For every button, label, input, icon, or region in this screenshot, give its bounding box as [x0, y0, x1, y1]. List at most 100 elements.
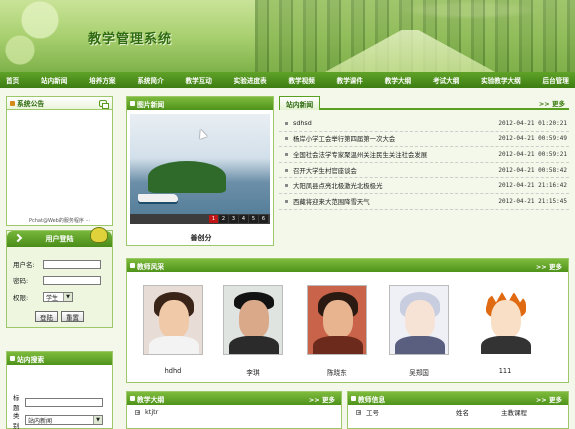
column-id: 工号 [366, 409, 379, 417]
window-icon[interactable] [99, 100, 109, 109]
photo-face [159, 300, 189, 338]
news-title[interactable]: 大阳凤县点亮北极激光北极极光 [293, 181, 498, 190]
login-header: 用户登陆 [7, 227, 112, 247]
list-item[interactable]: 召开大学生村官座谈会 2012-04-21 00:58:42 [279, 163, 569, 179]
nav-exam-outline[interactable]: 考试大纲 [433, 75, 459, 85]
teacher-photo[interactable] [389, 285, 449, 355]
list-item[interactable]: sdhsd 2012-04-21 01:20:21 [279, 116, 569, 132]
role-label: 权限: [13, 294, 29, 302]
teacher-photo[interactable] [223, 285, 283, 355]
teacher-photo[interactable] [475, 285, 535, 355]
photo-body [149, 336, 199, 354]
syllabus-item-title[interactable]: ktjtr [145, 408, 158, 416]
teacher-info-more-link[interactable]: >> 更多 [536, 394, 562, 404]
login-title: 用户登陆 [45, 235, 74, 243]
teacher-photo[interactable] [143, 285, 203, 355]
pager-3[interactable]: 3 [229, 215, 238, 223]
system-notice-panel: 系统公告 Pchat@Web的服务程序 ··· [6, 96, 113, 226]
password-label: 密码: [13, 277, 29, 285]
photo-body [481, 336, 531, 354]
teacher-name[interactable]: 李琪 [223, 367, 283, 377]
nav-courseware[interactable]: 教学课件 [337, 75, 363, 85]
news-title[interactable]: 全国社会法学专家聚温州关注民生关注社会发展 [293, 150, 498, 159]
pager-4[interactable]: 4 [239, 215, 248, 223]
nav-syllabus[interactable]: 教学大纲 [385, 75, 411, 85]
dropdown-arrow-icon[interactable]: ▼ [63, 293, 72, 301]
chevron-icon [13, 233, 23, 243]
search-keyword-input[interactable] [25, 397, 103, 407]
pager-1[interactable]: 1 [209, 215, 218, 223]
list-item[interactable]: + ktjtr [127, 405, 341, 419]
teacher-info-panel: 教师信息 >> 更多 + 工号 姓名 主教课程 [347, 391, 569, 429]
bullet-icon [130, 101, 135, 106]
photo-face [405, 300, 435, 338]
teacher-name[interactable]: 陈晓东 [307, 367, 367, 377]
password-input[interactable] [43, 275, 101, 285]
news-photo[interactable]: 1 2 3 4 5 6 [130, 114, 270, 224]
nav-videos[interactable]: 教学视频 [288, 75, 314, 85]
bullet-icon [351, 396, 356, 401]
search-category-select[interactable]: 站内新闻 ▼ [25, 415, 103, 425]
site-news-more-link[interactable]: >> 更多 [539, 98, 565, 108]
role-select[interactable]: 学生 ▼ [43, 292, 73, 302]
username-label: 用户名: [13, 261, 35, 269]
list-item[interactable]: 杨岸小学工会举行第四届第一次大会 2012-04-21 00:59:49 [279, 132, 569, 148]
photo-face [323, 300, 353, 338]
tab-site-news[interactable]: 站内新闻 [279, 96, 321, 110]
news-date: 2012-04-21 00:59:21 [498, 150, 567, 158]
pager-6[interactable]: 6 [259, 215, 268, 223]
nav-site-news[interactable]: 站内新闻 [41, 75, 67, 85]
column-name: 姓名 [456, 409, 469, 417]
photo-body [229, 336, 279, 354]
system-notice-header: 系统公告 [7, 97, 112, 110]
news-title[interactable]: 西藏将迎来大范围降雪天气 [293, 197, 498, 206]
news-title[interactable]: sdhsd [293, 119, 498, 127]
site-news-list: sdhsd 2012-04-21 01:20:21 杨岸小学工会举行第四届第一次大… [279, 116, 569, 210]
dropdown-arrow-icon[interactable]: ▼ [93, 416, 102, 424]
news-title[interactable]: 杨岸小学工会举行第四届第一次大会 [293, 134, 498, 143]
pager-2[interactable]: 2 [219, 215, 228, 223]
bullet-icon [10, 356, 15, 361]
site-search-panel: 站内搜索 标题 类别 站内新闻 ▼ [6, 351, 113, 429]
bullet-icon [285, 121, 288, 125]
teacher-name[interactable]: 吴郑国 [389, 367, 449, 377]
teacher-name[interactable]: hdhd [143, 367, 203, 375]
teacher-name[interactable]: 111 [475, 367, 535, 375]
reset-button[interactable]: 重置 [61, 311, 84, 322]
teacher-gallery-more-link[interactable]: >> 更多 [536, 261, 562, 271]
password-row: 密码: [13, 275, 101, 285]
list-item[interactable]: 全国社会法学专家聚温州关注民生关注社会发展 2012-04-21 00:59:21 [279, 147, 569, 163]
nav-lab-schedule[interactable]: 实验进度表 [234, 75, 267, 85]
bullet-icon [130, 396, 135, 401]
main-nav: 首页 站内新闻 培养方案 系统简介 教学互动 实验进度表 教学视频 教学课件 教… [0, 72, 575, 88]
nav-system-intro[interactable]: 系统简介 [137, 75, 163, 85]
bullet-icon [285, 137, 288, 141]
syllabus-more-link[interactable]: >> 更多 [309, 394, 335, 404]
nav-lab-syllabus[interactable]: 实验教学大纲 [481, 75, 521, 85]
login-button[interactable]: 登陆 [35, 311, 58, 322]
plus-icon: + [356, 409, 362, 416]
nav-admin[interactable]: 后台管理 [542, 75, 568, 85]
news-date: 2012-04-21 00:59:49 [498, 135, 567, 143]
login-buttons: 登陆 重置 [35, 311, 87, 322]
notice-scroll-text[interactable]: Pchat@Web的服务程序 ··· [29, 217, 90, 224]
teacher-photo[interactable] [307, 285, 367, 355]
search-keyword-row: 标题 [13, 392, 103, 412]
bullet-icon [130, 263, 135, 268]
teacher-info-title: 教师信息 [358, 395, 386, 404]
nav-training-plan[interactable]: 培养方案 [89, 75, 115, 85]
picture-news-title: 图片新闻 [137, 100, 165, 109]
username-input[interactable] [43, 259, 101, 269]
picture-news-panel: 图片新闻 1 2 3 4 5 6 善创分 [126, 96, 274, 246]
list-item[interactable]: 大阳凤县点亮北极激光北极极光 2012-04-21 21:16:42 [279, 178, 569, 194]
photo-caption[interactable]: 善创分 [127, 233, 275, 243]
owl-mascot-icon [90, 227, 108, 243]
site-search-title: 站内搜索 [17, 355, 45, 364]
mouse-cursor-icon [196, 127, 208, 140]
news-title[interactable]: 召开大学生村官座谈会 [293, 166, 498, 175]
nav-home[interactable]: 首页 [6, 75, 19, 85]
pager-5[interactable]: 5 [249, 215, 258, 223]
nav-interaction[interactable]: 教学互动 [186, 75, 212, 85]
list-item[interactable]: 西藏将迎来大范围降雪天气 2012-04-21 21:15:45 [279, 194, 569, 210]
system-notice-title: 系统公告 [17, 100, 45, 108]
